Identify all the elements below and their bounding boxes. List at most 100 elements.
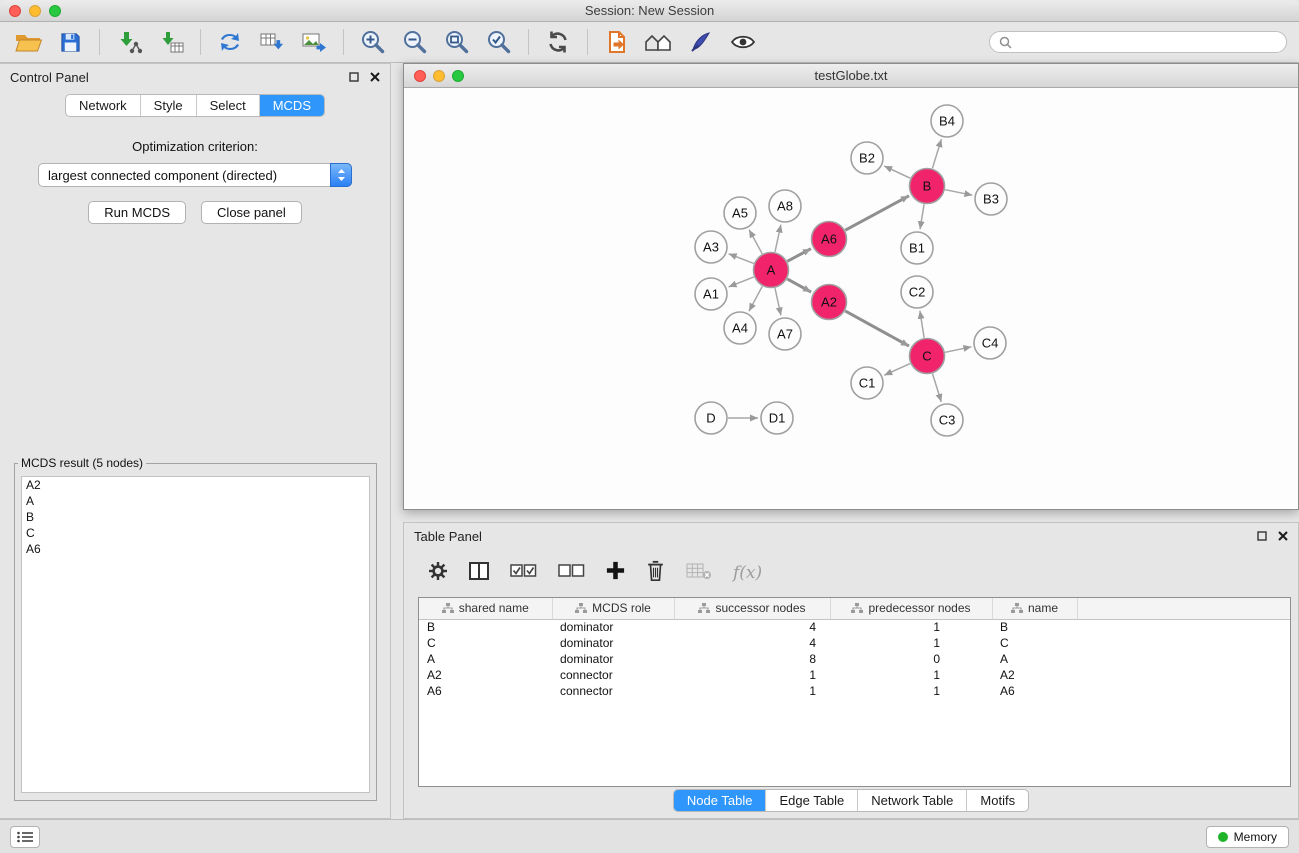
document-arrow-icon[interactable] — [599, 26, 635, 58]
eye-icon[interactable] — [725, 26, 761, 58]
reload-network-icon[interactable] — [212, 26, 248, 58]
float-table-panel-icon[interactable] — [1257, 531, 1267, 541]
control-tab-style[interactable]: Style — [141, 95, 197, 116]
network-zoom-button[interactable] — [452, 70, 464, 82]
refresh-icon[interactable] — [540, 26, 576, 58]
mcds-result-item[interactable]: C — [22, 525, 369, 541]
table-row[interactable]: Adominator80A — [419, 651, 1290, 667]
zoom-in-icon[interactable] — [355, 26, 391, 58]
graph-edge-A2-C — [845, 311, 909, 346]
add-column-icon[interactable] — [606, 561, 625, 585]
mcds-result-item[interactable]: A2 — [22, 477, 369, 493]
graph-node-D1[interactable]: D1 — [761, 402, 793, 434]
graph-node-A4[interactable]: A4 — [724, 312, 756, 344]
graph-node-B2[interactable]: B2 — [851, 142, 883, 174]
column-header-predecessor-nodes[interactable]: predecessor nodes — [830, 598, 992, 619]
column-header-successor-nodes[interactable]: successor nodes — [674, 598, 830, 619]
table-panel: Table Panel — [403, 522, 1299, 819]
zoom-window-button[interactable] — [49, 5, 61, 17]
graph-node-A1[interactable]: A1 — [695, 278, 727, 310]
annotation-pen-icon[interactable] — [683, 26, 719, 58]
delete-column-icon[interactable] — [646, 560, 665, 587]
graph-node-C[interactable]: C — [910, 339, 945, 374]
graph-node-B1[interactable]: B1 — [901, 232, 933, 264]
deselect-all-icon[interactable] — [558, 563, 585, 584]
table-tab-node-table[interactable]: Node Table — [674, 790, 767, 811]
close-panel-icon[interactable] — [370, 72, 380, 82]
task-history-button[interactable] — [10, 826, 40, 848]
graph-node-B4[interactable]: B4 — [931, 105, 963, 137]
column-header-shared-name[interactable]: shared name — [419, 598, 552, 619]
network-window-traffic-lights — [414, 70, 464, 82]
control-tab-network[interactable]: Network — [66, 95, 141, 116]
graph-node-B[interactable]: B — [910, 169, 945, 204]
column-sort-icon — [442, 603, 454, 614]
zoom-out-icon[interactable] — [397, 26, 433, 58]
network-close-button[interactable] — [414, 70, 426, 82]
table-tab-motifs[interactable]: Motifs — [967, 790, 1028, 811]
import-network-icon[interactable] — [111, 26, 147, 58]
table-row[interactable]: A2connector11A2 — [419, 667, 1290, 683]
graph-node-A3[interactable]: A3 — [695, 231, 727, 263]
control-tab-select[interactable]: Select — [197, 95, 260, 116]
table-row[interactable]: Cdominator41C — [419, 635, 1290, 651]
function-builder-icon[interactable]: f(x) — [733, 563, 762, 583]
graph-node-A5[interactable]: A5 — [724, 197, 756, 229]
table-row[interactable]: Bdominator41B — [419, 619, 1290, 635]
graph-node-C1[interactable]: C1 — [851, 367, 883, 399]
window-titlebar: Session: New Session — [0, 0, 1299, 22]
table-tab-edge-table[interactable]: Edge Table — [766, 790, 858, 811]
mcds-result-item[interactable]: A — [22, 493, 369, 509]
toolbar-separator — [200, 29, 201, 55]
run-mcds-button[interactable]: Run MCDS — [88, 201, 186, 224]
optimization-dropdown[interactable]: largest connected component (directed) — [38, 163, 352, 187]
graph-edge-C-C2 — [920, 311, 924, 338]
close-window-button[interactable] — [9, 5, 21, 17]
network-minimize-button[interactable] — [433, 70, 445, 82]
control-tab-mcds[interactable]: MCDS — [260, 95, 324, 116]
delete-table-icon[interactable] — [686, 561, 712, 586]
graph-node-A[interactable]: A — [754, 253, 789, 288]
column-header-name[interactable]: name — [992, 598, 1077, 619]
graph-node-A6[interactable]: A6 — [812, 222, 847, 257]
export-image-icon[interactable] — [296, 26, 332, 58]
graph-node-C4[interactable]: C4 — [974, 327, 1006, 359]
network-canvas[interactable]: B4 B2 B B3 A5 A8 A6 A3 B1 A C2 A1 A2 A4 A7 C4 C C1 C3 D D1 — [404, 88, 1298, 507]
search-field[interactable] — [989, 31, 1287, 53]
column-header-MCDS-role[interactable]: MCDS role — [552, 598, 674, 619]
import-table-icon[interactable] — [153, 26, 189, 58]
close-table-panel-icon[interactable] — [1278, 531, 1288, 541]
network-window-titlebar[interactable]: testGlobe.txt — [404, 64, 1298, 88]
float-panel-icon[interactable] — [349, 72, 359, 82]
zoom-selected-icon[interactable] — [481, 26, 517, 58]
search-input[interactable] — [1017, 35, 1277, 49]
graph-node-C2[interactable]: C2 — [901, 276, 933, 308]
zoom-fit-icon[interactable] — [439, 26, 475, 58]
select-all-icon[interactable] — [510, 563, 537, 584]
svg-text:C4: C4 — [982, 336, 999, 351]
open-session-icon[interactable] — [10, 26, 46, 58]
svg-text:C2: C2 — [909, 285, 926, 300]
graph-node-A2[interactable]: A2 — [812, 285, 847, 320]
show-columns-icon[interactable] — [469, 562, 489, 585]
mcds-result-item[interactable]: B — [22, 509, 369, 525]
memory-button[interactable]: Memory — [1206, 826, 1289, 848]
table-panel-header: Table Panel — [404, 523, 1298, 549]
graph-node-A8[interactable]: A8 — [769, 190, 801, 222]
graph-node-A7[interactable]: A7 — [769, 318, 801, 350]
svg-text:A5: A5 — [732, 206, 748, 221]
table-tab-network-table[interactable]: Network Table — [858, 790, 967, 811]
graph-node-B3[interactable]: B3 — [975, 183, 1007, 215]
graph-node-C3[interactable]: C3 — [931, 404, 963, 436]
svg-text:B3: B3 — [983, 192, 999, 207]
mcds-result-list[interactable]: A2ABCA6 — [21, 476, 370, 793]
minimize-window-button[interactable] — [29, 5, 41, 17]
export-table-icon[interactable] — [254, 26, 290, 58]
graph-node-D[interactable]: D — [695, 402, 727, 434]
mcds-result-item[interactable]: A6 — [22, 541, 369, 557]
table-settings-gear-icon[interactable] — [428, 561, 448, 586]
close-panel-button[interactable]: Close panel — [201, 201, 302, 224]
table-row[interactable]: A6connector11A6 — [419, 683, 1290, 699]
homes-icon[interactable] — [641, 26, 677, 58]
save-session-icon[interactable] — [52, 26, 88, 58]
